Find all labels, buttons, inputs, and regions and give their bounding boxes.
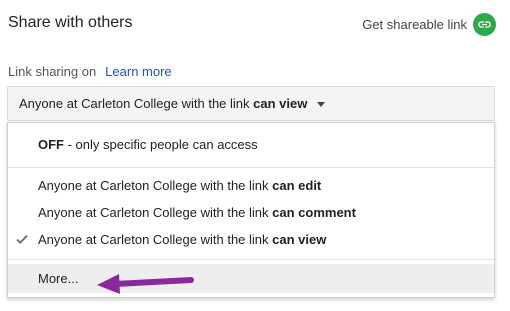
- menu-item-prefix: Anyone at Carleton College with the link: [38, 204, 273, 220]
- menu-item-more[interactable]: More...: [8, 264, 494, 293]
- link-sharing-status: Link sharing on: [8, 64, 97, 79]
- menu-item-off-bold: OFF: [38, 136, 64, 152]
- access-options-menu: OFF - only specific people can access An…: [7, 122, 495, 298]
- arrow-left-icon: [97, 274, 194, 294]
- caret-down-icon: [317, 101, 326, 107]
- menu-item-permission: can edit: [272, 177, 322, 193]
- dropdown-selected-permission: can view: [253, 96, 308, 111]
- menu-item-off[interactable]: OFF - only specific people can access: [8, 131, 494, 157]
- menu-item-can-edit[interactable]: Anyone at Carleton College with the link…: [8, 172, 494, 198]
- link-sharing-row: Link sharing on Learn more: [8, 64, 172, 79]
- menu-item-prefix: Anyone at Carleton College with the link: [38, 177, 273, 193]
- menu-separator: [8, 259, 494, 260]
- menu-item-permission: can comment: [272, 204, 356, 220]
- link-access-dropdown[interactable]: Anyone at Carleton College with the link…: [7, 86, 495, 121]
- learn-more-link[interactable]: Learn more: [105, 64, 171, 79]
- menu-item-can-comment[interactable]: Anyone at Carleton College with the link…: [8, 199, 494, 225]
- menu-item-off-description: - only specific people can access: [64, 136, 258, 152]
- menu-item-more-label: More...: [38, 271, 79, 286]
- share-dialog: Share with others Get shareable link Lin…: [0, 0, 510, 311]
- checkmark-icon: [16, 234, 28, 244]
- get-shareable-link-label: Get shareable link: [362, 16, 467, 32]
- menu-item-permission: can view: [272, 231, 327, 247]
- menu-item-prefix: Anyone at Carleton College with the link: [38, 231, 273, 247]
- menu-separator: [8, 167, 494, 168]
- dialog-title: Share with others: [8, 14, 133, 31]
- link-icon[interactable]: [473, 12, 496, 36]
- menu-item-can-view[interactable]: Anyone at Carleton College with the link…: [8, 226, 494, 252]
- dropdown-selected-prefix: Anyone at Carleton College with the link: [19, 96, 254, 111]
- get-shareable-link-button[interactable]: Get shareable link: [362, 12, 496, 36]
